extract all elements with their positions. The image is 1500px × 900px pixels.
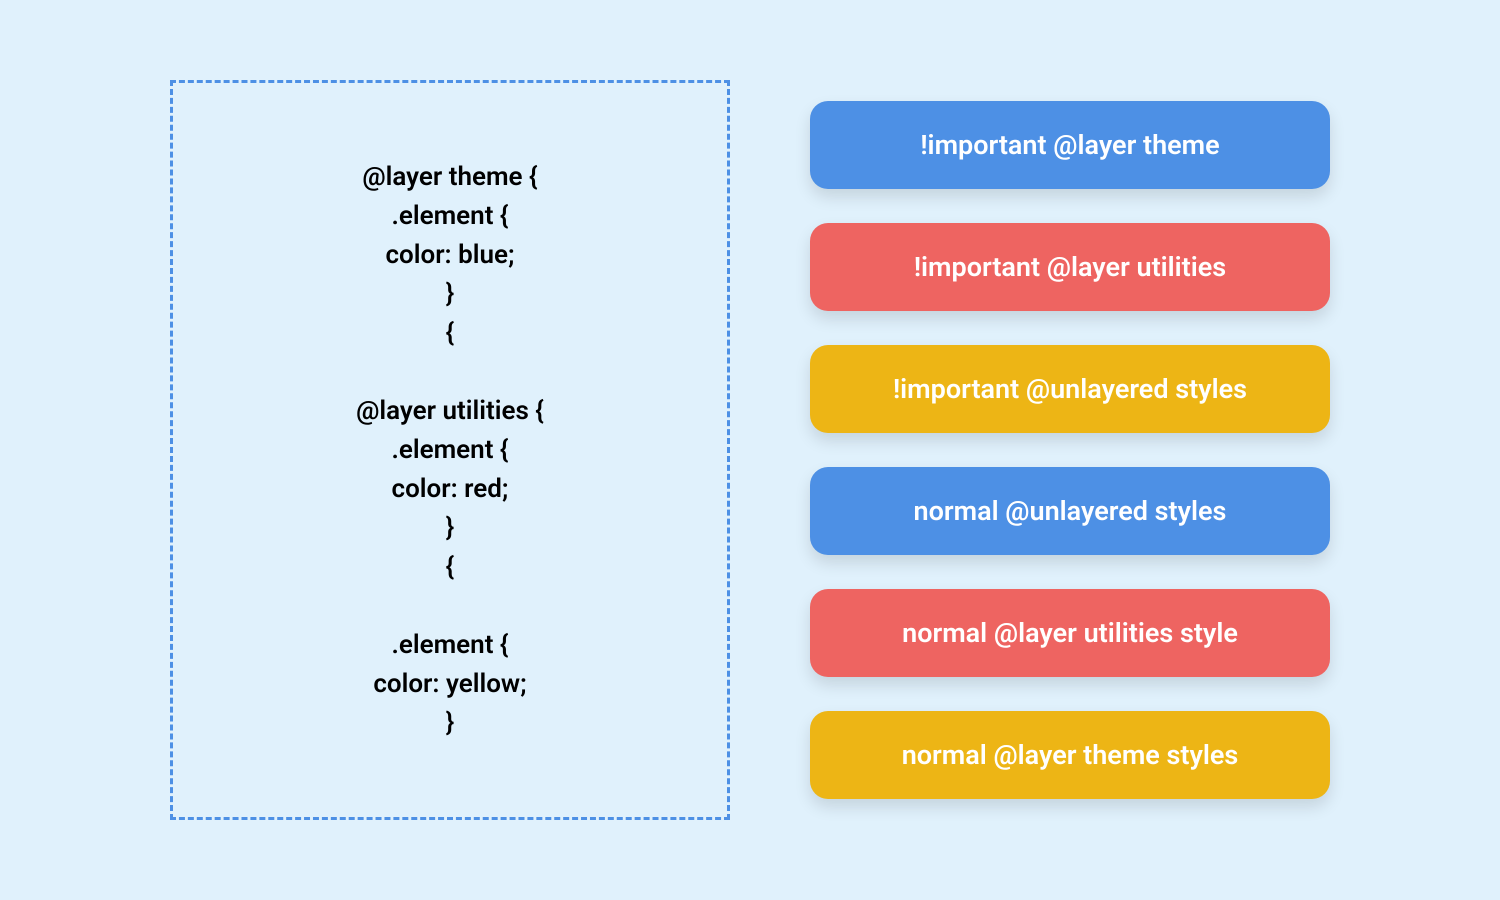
priority-item-important-theme: !important @layer theme bbox=[810, 101, 1330, 189]
code-line: } bbox=[446, 708, 455, 738]
code-line: .element { bbox=[391, 201, 508, 231]
code-line: { bbox=[446, 318, 455, 348]
code-line: @layer theme { bbox=[362, 162, 537, 192]
code-line: { bbox=[446, 552, 455, 582]
code-line: color: blue; bbox=[385, 240, 514, 270]
code-line: .element { bbox=[391, 630, 508, 660]
priority-item-normal-unlayered: normal @unlayered styles bbox=[810, 467, 1330, 555]
code-line: } bbox=[446, 513, 455, 543]
code-line: .element { bbox=[391, 435, 508, 465]
priority-item-normal-theme: normal @layer theme styles bbox=[810, 711, 1330, 799]
code-line: color: yellow; bbox=[373, 669, 526, 699]
code-block-theme: @layer theme { .element { color: blue; }… bbox=[356, 158, 544, 743]
priority-item-important-unlayered: !important @unlayered styles bbox=[810, 345, 1330, 433]
priority-label: normal @layer utilities style bbox=[902, 617, 1238, 649]
priority-label: !important @layer utilities bbox=[914, 251, 1226, 283]
priority-label: normal @layer theme styles bbox=[902, 739, 1239, 771]
priority-label: !important @unlayered styles bbox=[893, 373, 1247, 405]
code-line: @layer utilities { bbox=[356, 396, 544, 426]
priority-item-normal-utilities: normal @layer utilities style bbox=[810, 589, 1330, 677]
priority-label: !important @layer theme bbox=[920, 129, 1219, 161]
code-line: } bbox=[446, 279, 455, 309]
priority-item-important-utilities: !important @layer utilities bbox=[810, 223, 1330, 311]
priority-list: !important @layer theme !important @laye… bbox=[810, 101, 1330, 799]
code-line: color: red; bbox=[392, 474, 509, 504]
css-code-box: @layer theme { .element { color: blue; }… bbox=[170, 80, 730, 820]
priority-label: normal @unlayered styles bbox=[914, 495, 1227, 527]
